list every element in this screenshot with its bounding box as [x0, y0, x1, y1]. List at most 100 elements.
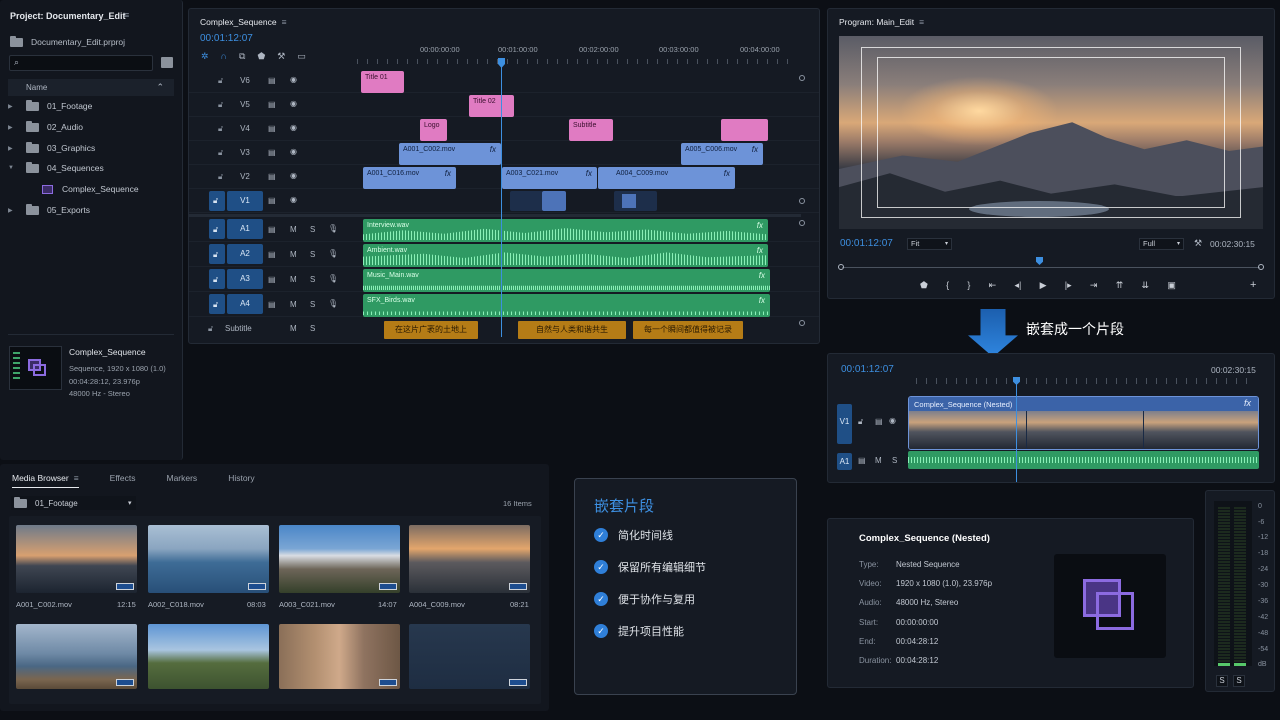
- mic-icon[interactable]: 🎙︎: [328, 224, 338, 233]
- film-icon[interactable]: ▤: [268, 225, 276, 234]
- solo-left-button[interactable]: S: [1216, 675, 1228, 687]
- timeline-timecode[interactable]: 00:01:12:07: [200, 33, 253, 44]
- clip-title-02[interactable]: Title 02: [469, 95, 514, 117]
- mic-icon[interactable]: 🎙︎: [328, 274, 338, 283]
- mic-icon[interactable]: 🎙︎: [328, 299, 338, 308]
- lock-icon[interactable]: 🔓︎: [218, 148, 223, 158]
- thumb-row2-3[interactable]: [279, 624, 400, 689]
- quality-select[interactable]: Full ▾: [1139, 238, 1184, 250]
- lock-icon[interactable]: 🔓︎: [213, 300, 218, 310]
- nested-ruler[interactable]: [916, 378, 1256, 384]
- clip-a004-c009[interactable]: A004_C009.mov fx: [598, 167, 735, 189]
- clip-title-01[interactable]: Title 01: [361, 71, 404, 93]
- clip-graphic[interactable]: [721, 119, 768, 141]
- clip-v1-b[interactable]: [542, 191, 566, 211]
- subtitle-track-name[interactable]: Subtitle: [225, 324, 252, 333]
- time-ruler[interactable]: 00:00:00:00 00:01:00:00 00:02:00:00 00:0…: [357, 41, 797, 65]
- step-forward-icon[interactable]: |▸: [1065, 280, 1072, 291]
- wrench-icon[interactable]: ⚒: [1194, 238, 1202, 249]
- scrub-end[interactable]: [1258, 264, 1264, 270]
- track-name[interactable]: A4: [227, 294, 263, 314]
- clip-sfx-birds-wav[interactable]: SFX_Birds.wav fx: [363, 294, 770, 317]
- zoom-scroll-handle[interactable]: [799, 320, 805, 326]
- clip-ambient-wav[interactable]: Ambient.wav fx: [363, 244, 768, 267]
- film-icon[interactable]: ▤: [268, 250, 276, 259]
- nested-playhead-line[interactable]: [1016, 384, 1017, 482]
- magnet-icon[interactable]: ∩: [221, 51, 227, 62]
- film-icon[interactable]: ▤: [268, 124, 276, 133]
- program-viewer[interactable]: [839, 36, 1263, 229]
- thumb-a003-c021[interactable]: [279, 525, 400, 593]
- subtitle-clip-3[interactable]: 每一个瞬间都值得被记录: [633, 321, 743, 339]
- fit-select[interactable]: Fit ▾: [907, 238, 952, 250]
- solo-button[interactable]: S: [310, 250, 315, 259]
- mute-button[interactable]: M: [290, 250, 297, 259]
- mute-button[interactable]: M: [875, 456, 882, 465]
- menu-icon[interactable]: ≡: [282, 17, 287, 27]
- eye-icon[interactable]: ◉: [889, 416, 896, 425]
- lock-icon[interactable]: 🔓︎: [213, 250, 218, 260]
- lock-icon[interactable]: 🔓︎: [218, 76, 223, 86]
- track-name[interactable]: V3: [227, 143, 263, 163]
- mute-button[interactable]: M: [290, 275, 297, 284]
- clip-music-main-wav[interactable]: Music_Main.wav fx: [363, 269, 770, 292]
- mark-out-icon[interactable]: }: [967, 280, 970, 291]
- marker-icon[interactable]: ⬟: [257, 51, 265, 62]
- clip-a005-c006[interactable]: A005_C006.mov fx: [681, 143, 763, 165]
- eye-icon[interactable]: ◉: [290, 123, 297, 132]
- track-name[interactable]: A2: [227, 244, 263, 264]
- tab-effects[interactable]: Effects: [110, 473, 136, 488]
- bin-01-footage[interactable]: ▶ 01_Footage: [8, 96, 92, 116]
- play-icon[interactable]: ▶: [1040, 280, 1047, 291]
- lift-icon[interactable]: ⇈: [1116, 280, 1124, 291]
- lock-icon[interactable]: 🔓︎: [218, 172, 223, 182]
- column-header[interactable]: Name ⌃: [8, 79, 174, 96]
- clip-a003-c021[interactable]: A003_C021.mov fx: [502, 167, 597, 189]
- project-file-row[interactable]: Documentary_Edit.prproj: [10, 35, 125, 47]
- film-icon[interactable]: ▤: [268, 76, 276, 85]
- film-icon[interactable]: ▤: [268, 172, 276, 181]
- search-input[interactable]: ⌕: [9, 55, 153, 71]
- thumb-a002-c018[interactable]: [148, 525, 269, 593]
- zoom-scroll-handle[interactable]: [799, 220, 805, 226]
- mic-icon[interactable]: 🎙︎: [328, 249, 338, 258]
- clip-v1-c[interactable]: [614, 191, 657, 211]
- zoom-scroll-handle[interactable]: [799, 198, 805, 204]
- camera-icon[interactable]: ▣: [1167, 280, 1176, 291]
- film-icon[interactable]: ▤: [268, 300, 276, 309]
- zoom-scroll-handle[interactable]: [799, 75, 805, 81]
- nested-clip[interactable]: Complex_Sequence (Nested) fx: [908, 396, 1259, 450]
- program-timecode[interactable]: 00:01:12:07: [840, 238, 893, 249]
- solo-button[interactable]: S: [310, 225, 315, 234]
- captions-icon[interactable]: ▭: [297, 51, 306, 62]
- snap-icon[interactable]: ✲: [201, 51, 209, 62]
- eye-icon[interactable]: ◉: [290, 171, 297, 180]
- step-back-icon[interactable]: ◂|: [1014, 280, 1021, 291]
- mute-button[interactable]: M: [290, 300, 297, 309]
- lock-icon[interactable]: 🔓︎: [213, 275, 218, 285]
- bin-05-exports[interactable]: ▶ 05_Exports: [8, 200, 90, 220]
- add-marker-icon[interactable]: ⬟: [920, 280, 928, 291]
- track-name[interactable]: A1: [227, 219, 263, 239]
- mark-in-icon[interactable]: {: [946, 280, 949, 291]
- menu-icon[interactable]: ≡: [124, 10, 129, 20]
- tab-history[interactable]: History: [228, 473, 254, 488]
- clip-subtitle[interactable]: Subtitle: [569, 119, 613, 141]
- go-to-out-icon[interactable]: ⇥: [1090, 280, 1098, 291]
- program-playhead[interactable]: [1036, 257, 1043, 265]
- scrub-start[interactable]: [838, 264, 844, 270]
- clip-logo[interactable]: Logo: [420, 119, 447, 141]
- lock-icon[interactable]: 🔓︎: [218, 100, 223, 110]
- lock-icon[interactable]: 🔓︎: [213, 196, 218, 206]
- tab-media-browser[interactable]: Media Browser ≡: [12, 473, 79, 488]
- film-icon[interactable]: ▤: [268, 148, 276, 157]
- menu-icon[interactable]: ≡: [74, 473, 79, 483]
- nested-timecode[interactable]: 00:01:12:07: [841, 364, 894, 375]
- solo-right-button[interactable]: S: [1233, 675, 1245, 687]
- thumb-a001-c002[interactable]: [16, 525, 137, 593]
- solo-button[interactable]: S: [310, 275, 315, 284]
- thumb-a004-c009[interactable]: [409, 525, 530, 593]
- solo-button[interactable]: S: [310, 300, 315, 309]
- clip-a001-c016[interactable]: A001_C016.mov fx: [363, 167, 456, 189]
- lock-icon[interactable]: 🔓︎: [213, 225, 218, 235]
